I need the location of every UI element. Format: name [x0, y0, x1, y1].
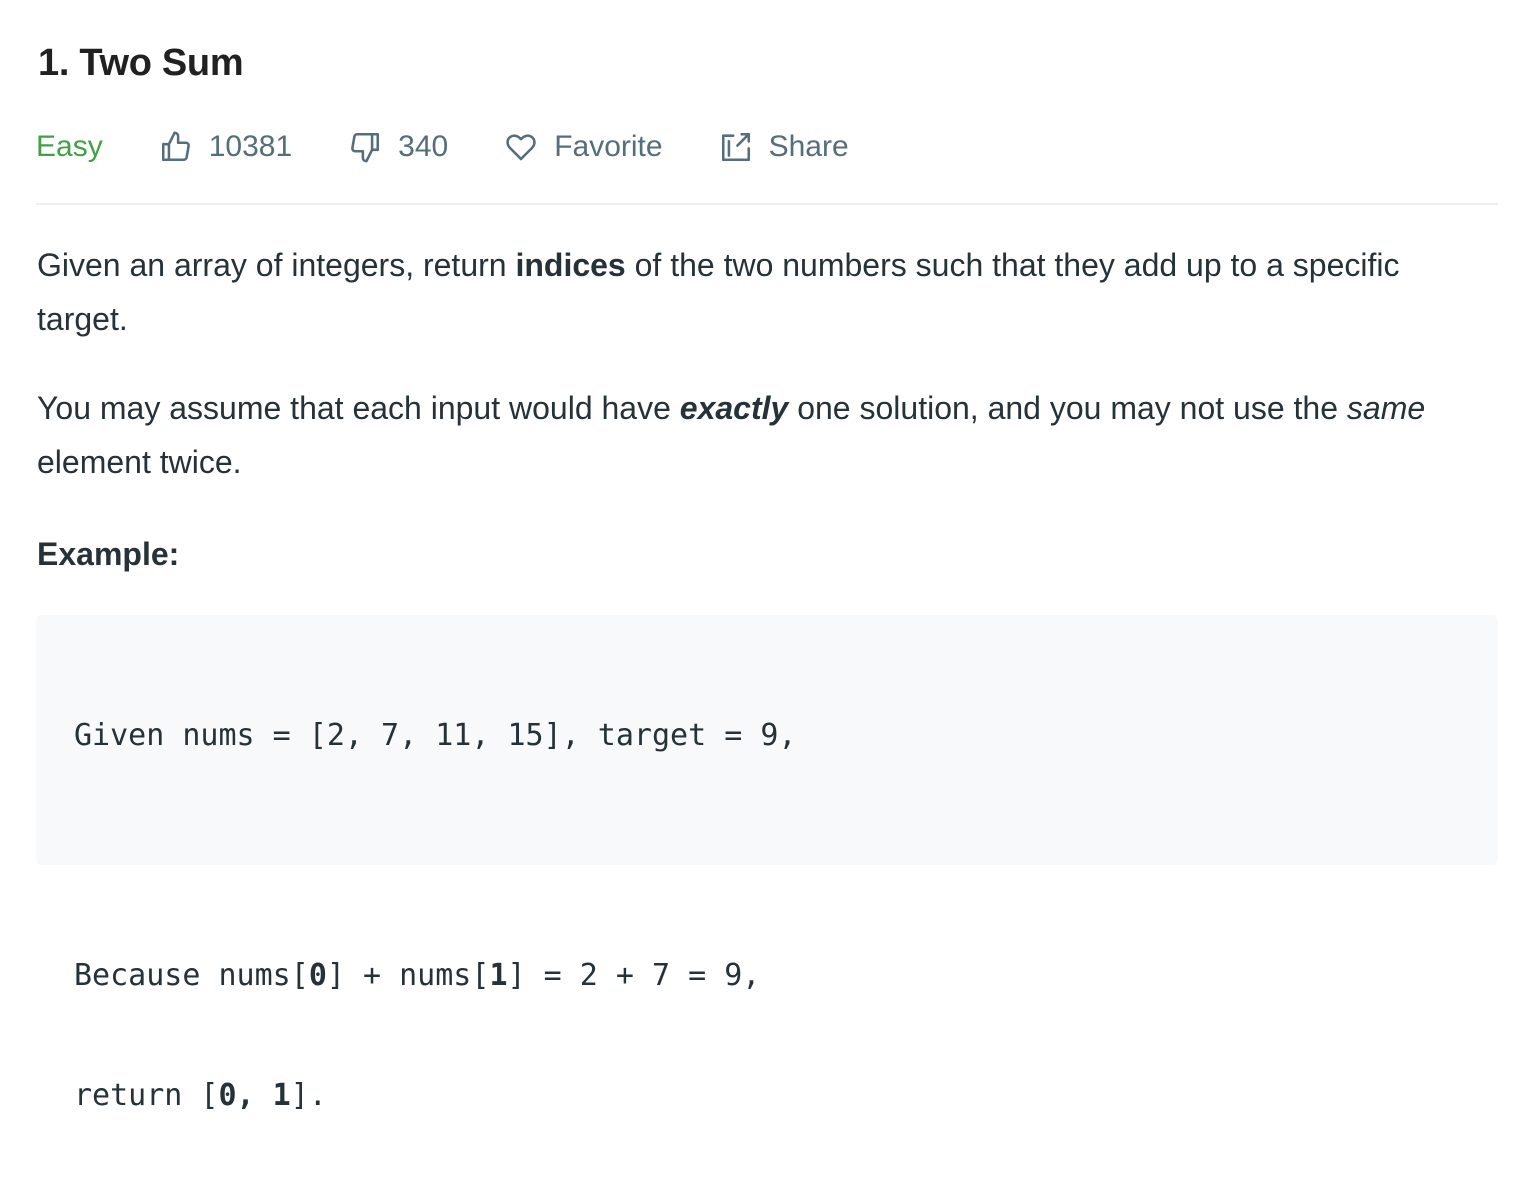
- share-button[interactable]: Share: [719, 130, 849, 164]
- like-button[interactable]: 10381: [159, 130, 292, 164]
- description-paragraph-2: You may assume that each input would hav…: [37, 390, 1426, 480]
- problem-description: Given an array of integers, return indic…: [37, 238, 1499, 524]
- problem-meta-bar: Easy 10381 340 Favorite Share: [36, 124, 849, 170]
- problem-title: 1. Two Sum: [38, 42, 244, 84]
- code-line-1: Given nums = [2, 7, 11, 15], target = 9,: [74, 718, 797, 753]
- dislike-button[interactable]: 340: [348, 130, 448, 164]
- difficulty-badge: Easy: [36, 130, 103, 163]
- example-heading: Example:: [37, 536, 180, 572]
- favorite-button[interactable]: Favorite: [504, 130, 663, 164]
- like-count: 10381: [208, 130, 293, 163]
- thumbs-up-icon: [161, 131, 190, 162]
- share-label: Share: [768, 130, 849, 163]
- code-line-2: Because nums[0] + nums[1] = 2 + 7 = 9,: [74, 958, 761, 993]
- heart-icon: [506, 134, 536, 161]
- description-paragraph-1: Given an array of integers, return indic…: [37, 247, 1400, 337]
- favorite-label: Favorite: [554, 130, 663, 163]
- header-divider: [36, 203, 1498, 205]
- share-icon: [721, 132, 750, 162]
- dislike-count: 340: [398, 130, 449, 163]
- example-code-block: Given nums = [2, 7, 11, 15], target = 9,…: [36, 615, 1498, 1113]
- problem-page: 1. Two Sum Easy 10381 340 Favorite Share…: [0, 0, 1528, 1113]
- thumbs-down-icon: [351, 132, 380, 163]
- code-line-3: return [0, 1].: [74, 1078, 327, 1113]
